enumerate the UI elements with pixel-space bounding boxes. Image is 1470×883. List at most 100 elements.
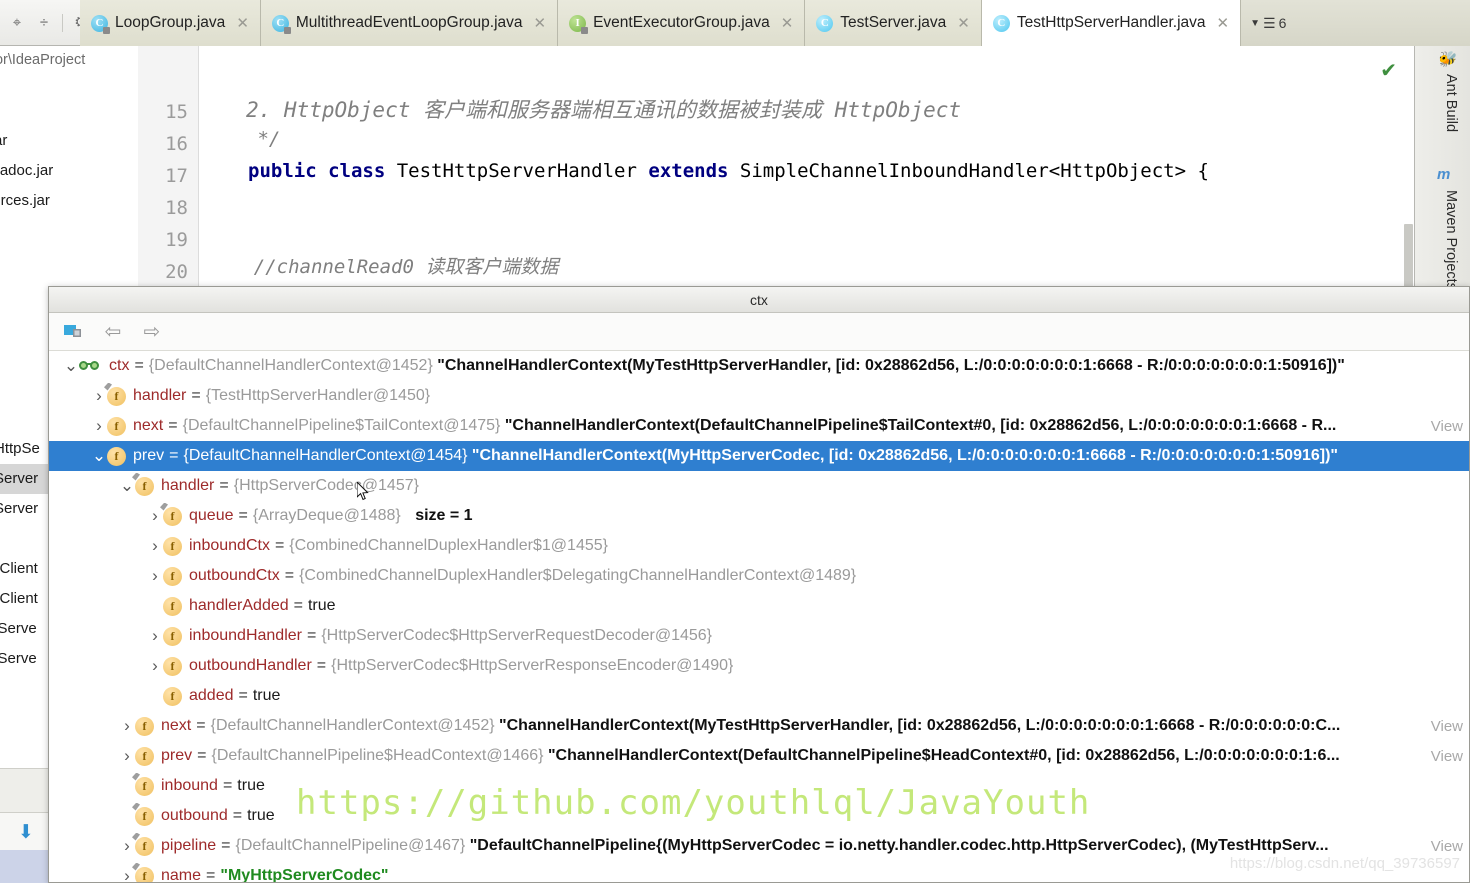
tool-tab-ant-build[interactable]: Ant Build (1443, 74, 1459, 132)
tree-row[interactable]: › f inboundHandler = {HttpServerCodec$HttpSe… (49, 621, 1469, 651)
toolbar-divider (62, 13, 63, 32)
view-value-link[interactable]: View (1431, 418, 1463, 435)
tab-close-icon[interactable]: ✕ (781, 14, 794, 32)
tree-row[interactable]: › f pipeline = {DefaultChannelPipeline@1467}… (49, 831, 1469, 861)
chevron-right-icon[interactable]: › (91, 416, 107, 436)
tree-row[interactable]: f inbound = true (49, 771, 1469, 801)
chevron-right-icon[interactable]: › (119, 716, 135, 736)
project-item-yclient1[interactable]: yClient (0, 554, 52, 584)
project-item-yclient2[interactable]: yClient (0, 584, 52, 614)
field-icon: f (107, 446, 126, 466)
tab-label: TestHttpServerHandler.java (1016, 14, 1206, 31)
field-final-icon: f (160, 502, 182, 526)
inspection-ok-icon[interactable]: ✔ (1380, 58, 1397, 83)
tab-multithreadeventloopgroup[interactable]: C MultithreadEventLoopGroup.java ✕ (260, 0, 559, 46)
code-keyword: extends (648, 160, 740, 182)
chevron-right-icon[interactable]: › (147, 566, 163, 586)
variable-name: handlerAdded (189, 597, 289, 614)
chevron-right-icon[interactable]: › (91, 386, 107, 406)
tree-row[interactable]: f handlerAdded = true (49, 591, 1469, 621)
export-down-icon[interactable]: ⬇ (18, 821, 34, 844)
tab-close-icon[interactable]: ✕ (534, 14, 547, 32)
debugger-value-popup[interactable]: ctx ⇦ ⇨ ⌄ ctx = {DefaultChannelHandlerConte… (48, 286, 1470, 883)
tab-list-icon: ☰ (1263, 14, 1276, 31)
project-item-label: Server (0, 500, 39, 517)
project-item-server2[interactable]: Server (0, 494, 52, 524)
tab-eventexecutorgroup[interactable]: I EventExecutorGroup.java ✕ (558, 0, 806, 46)
tree-row-text: pipeline = {DefaultChannelPipeline@1467} "… (161, 837, 1329, 855)
watch-glasses-icon (79, 358, 103, 374)
final-marker-icon (132, 772, 140, 781)
tree-row[interactable]: › f next = {DefaultChannelPipeline$TailConte… (49, 411, 1469, 441)
tree-row[interactable]: › f prev = {DefaultChannelPipeline$HeadConte… (49, 741, 1469, 771)
project-item-sources[interactable]: ources.jar (0, 186, 138, 216)
field-icon: f (163, 536, 182, 556)
view-value-link[interactable]: View (1431, 748, 1463, 765)
tab-testhttpserverhandler[interactable]: C TestHttpServerHandler.java ✕ (981, 0, 1242, 46)
project-item-label: avadoc.jar (0, 162, 54, 179)
tree-row[interactable]: › f handler = {TestHttpServerHandler@1450} (49, 381, 1469, 411)
tree-row[interactable]: ⌄ ctx = {DefaultChannelHandlerContext@1452}… (49, 351, 1469, 381)
back-arrow-icon[interactable]: ⇦ (102, 322, 124, 342)
chevron-down-icon[interactable]: ⌄ (119, 476, 135, 496)
project-item-server-selected[interactable]: Server (0, 464, 52, 494)
line-number: 15 (165, 101, 188, 123)
variable-name: next (161, 717, 192, 734)
tree-row[interactable]: › f next = {DefaultChannelHandlerContext@145… (49, 711, 1469, 741)
view-value-link[interactable]: View (1431, 718, 1463, 735)
chevron-right-icon[interactable]: › (147, 626, 163, 646)
variable-name: prev (161, 747, 193, 764)
tree-row[interactable]: f added = true (49, 681, 1469, 711)
tree-row-text: ctx = {DefaultChannelHandlerContext@1452} … (109, 357, 1345, 375)
tree-row-text: handler = {HttpServerCodec@1457} (161, 477, 419, 495)
equals-sign: = (238, 507, 248, 524)
project-item-yserve1[interactable]: yServe (0, 614, 52, 644)
variable-name: outboundHandler (189, 657, 312, 674)
editor-tab-bar: C LoopGroup.java ✕ C MultithreadEventLoo… (80, 0, 1470, 47)
tree-row[interactable]: › f inboundCtx = {CombinedChannelDuplexHandl… (49, 531, 1469, 561)
tab-loopgroup[interactable]: C LoopGroup.java ✕ (80, 0, 261, 46)
code-identifier: SimpleChannelInboundHandler<HttpObject> … (739, 160, 1209, 182)
chevron-right-icon[interactable]: › (147, 536, 163, 556)
tree-row[interactable]: › f outboundCtx = {CombinedChannelDuplexHand… (49, 561, 1469, 591)
tab-overflow-button[interactable]: ▼ ☰ 6 (1241, 0, 1295, 46)
chevron-right-icon[interactable]: › (147, 506, 163, 526)
project-item-javadoc[interactable]: avadoc.jar (0, 156, 138, 186)
code-keyword: public class (248, 160, 397, 182)
forward-arrow-icon[interactable]: ⇨ (141, 322, 163, 342)
tree-row-text: prev = {DefaultChannelHandlerContext@1454}… (133, 447, 1338, 465)
tree-row[interactable]: › f queue = {ArrayDeque@1488} size = 1 (49, 501, 1469, 531)
tree-row[interactable]: › f name = "MyHttpServerCodec" (49, 861, 1469, 882)
chevron-right-icon[interactable]: › (119, 836, 135, 856)
chevron-down-icon[interactable]: ⌄ (63, 356, 79, 376)
tree-row-text: prev = {DefaultChannelPipeline$HeadContext… (161, 747, 1340, 765)
tool-tab-maven-projects[interactable]: Maven Projects (1443, 190, 1459, 290)
tree-row[interactable]: f outbound = true (49, 801, 1469, 831)
tab-close-icon[interactable]: ✕ (236, 14, 249, 32)
project-item-label: Server (0, 470, 39, 487)
popup-toolbar: ⇦ ⇨ (49, 313, 1469, 351)
variable-type: {CombinedChannelDuplexHandler$Delegating… (299, 567, 857, 584)
tab-testserver[interactable]: C TestServer.java ✕ (805, 0, 982, 46)
chevron-right-icon[interactable]: › (119, 746, 135, 766)
project-item-yserve2[interactable]: yServe (0, 644, 52, 674)
equals-sign: = (232, 807, 243, 824)
field-final-icon: f (132, 802, 154, 826)
tab-close-icon[interactable]: ✕ (957, 14, 970, 32)
view-value-link[interactable]: View (1431, 838, 1463, 855)
variables-tree[interactable]: ⌄ ctx = {DefaultChannelHandlerContext@1452}… (49, 351, 1469, 882)
collapse-all-icon[interactable]: ÷ (35, 14, 53, 32)
chevron-right-icon[interactable]: › (147, 656, 163, 676)
tree-row[interactable]: › f outboundHandler = {HttpServerCodec$HttpS… (49, 651, 1469, 681)
target-icon[interactable]: ⌖ (8, 14, 26, 32)
tree-row[interactable]: ⌄ f handler = {HttpServerCodec@1457} (49, 471, 1469, 501)
chevron-down-icon[interactable]: ⌄ (91, 446, 107, 466)
tree-row[interactable]: ⌄ f prev = {DefaultChannelHandlerContext@145… (49, 441, 1469, 471)
copy-value-icon[interactable] (63, 322, 85, 342)
project-item-jar[interactable]: ar (0, 126, 138, 156)
tab-close-icon[interactable]: ✕ (1217, 14, 1230, 32)
chevron-right-icon[interactable]: › (119, 866, 135, 882)
variable-value: "ChannelHandlerContext(DefaultChannelPip… (547, 747, 1340, 764)
project-item-httpse[interactable]: HttpSe (0, 434, 52, 464)
equals-sign: = (238, 687, 248, 704)
